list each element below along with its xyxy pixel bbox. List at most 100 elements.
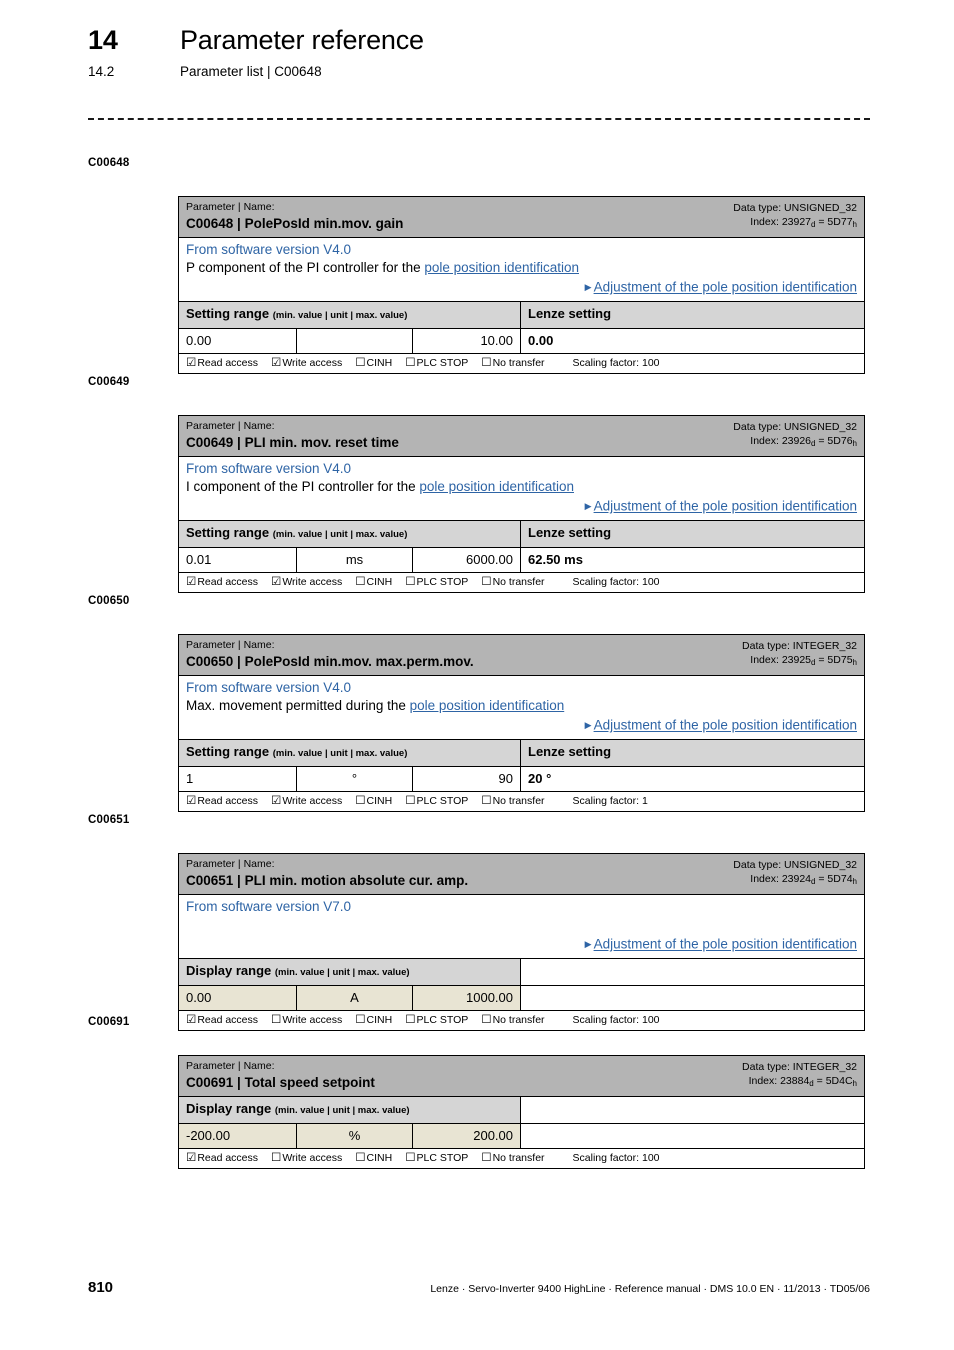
description-text: I component of the PI controller for the	[186, 479, 420, 494]
adjustment-link[interactable]: Adjustment of the pole position identifi…	[594, 280, 857, 295]
lenze-setting-value: 62.50 ms	[528, 551, 583, 567]
access-row: ☑Read access ☐Write access ☐CINH ☐PLC STOP ☐…	[179, 1149, 864, 1168]
read-access-flag-checkbox: ☑	[186, 356, 197, 369]
range-note: (min. value | unit | max. value)	[272, 747, 408, 759]
parameter-title-band: Parameter | Name: C00651 | PLI min. motio…	[179, 854, 864, 895]
read-access-flag: ☑Read access	[186, 1013, 258, 1027]
parameter-description-band: From software version V4.0 P component of…	[179, 238, 864, 302]
software-version-note: From software version V4.0	[186, 680, 352, 695]
write-access-flag-label: Write access	[282, 794, 343, 807]
cinh-flag-checkbox: ☐	[355, 1152, 366, 1164]
index-value: Index: 23925d = 5D75h	[750, 654, 857, 667]
unit-value: ms	[297, 547, 413, 572]
read-access-flag-label: Read access	[197, 1152, 259, 1164]
write-access-flag: ☑Write access	[271, 575, 342, 589]
write-access-flag-checkbox: ☑	[271, 575, 282, 588]
no-transfer-flag-checkbox: ☐	[481, 794, 492, 807]
lenze-setting-header: Lenze setting	[521, 739, 864, 766]
pole-position-identification-link[interactable]: pole position identification	[424, 260, 579, 275]
lenze-setting-header: Lenze setting	[521, 520, 864, 547]
write-access-flag-checkbox: ☑	[271, 356, 282, 369]
footer-credit: Lenze · Servo-Inverter 9400 HighLine · R…	[430, 1283, 870, 1295]
parameter-code-and-name: C00651 | PLI min. motion absolute cur. a…	[186, 873, 469, 888]
triangle-right-icon: ▶	[584, 282, 592, 292]
access-row: ☑Read access ☑Write access ☐CINH ☐PLC STOP ☐…	[179, 792, 864, 811]
plc-stop-flag-checkbox: ☐	[405, 1152, 416, 1164]
software-version-note: From software version V4.0	[186, 242, 352, 257]
plc-stop-flag-label: PLC STOP	[416, 575, 469, 588]
parameter-title-band: Parameter | Name: C00649 | PLI min. mov. …	[179, 416, 864, 457]
triangle-right-icon: ▶	[584, 501, 592, 511]
min-value: 0.01	[179, 547, 297, 572]
parameter-code-and-name: C00650 | PolePosId min.mov. max.perm.mov…	[186, 654, 474, 669]
data-type: Data type: UNSIGNED_32	[733, 421, 857, 433]
scaling-factor: Scaling factor: 1	[572, 794, 648, 807]
parameter-description-band: From software version V4.0 Max. movement …	[179, 676, 864, 740]
breadcrumb: Parameter list | C00648	[180, 64, 322, 79]
no-transfer-flag-checkbox: ☐	[481, 1152, 492, 1164]
read-access-flag: ☑Read access	[186, 356, 258, 370]
read-access-flag: ☑Read access	[186, 575, 258, 589]
range-values-row: 0.01 ms 6000.00 62.50 ms	[179, 547, 864, 573]
see-also-row: ▶ Adjustment of the pole position identif…	[186, 497, 857, 516]
parameter-description-band: From software version V7.0 ▶ Adjustment of…	[179, 895, 864, 959]
software-version-note: From software version V4.0	[186, 461, 352, 476]
parameter-meta: Data type: INTEGER_32 Index: 23884d = 5D4…	[742, 1060, 857, 1088]
plc-stop-flag-label: PLC STOP	[416, 1013, 469, 1026]
access-flags: ☑Read access ☑Write access ☐CINH ☐PLC STOP ☐…	[186, 356, 558, 370]
plc-stop-flag-label: PLC STOP	[416, 1152, 469, 1164]
section-row: 14.2 Parameter list | C00648	[88, 63, 878, 81]
parameter-name-caption: Parameter | Name:	[186, 858, 275, 870]
read-access-flag-label: Read access	[197, 356, 259, 369]
read-access-flag-checkbox: ☑	[186, 575, 197, 588]
cinh-flag-checkbox: ☐	[355, 356, 366, 369]
scaling-factor: Scaling factor: 100	[572, 575, 660, 588]
write-access-flag-label: Write access	[282, 1013, 343, 1026]
parameter-table-c00649: Parameter | Name: C00649 | PLI min. mov. …	[178, 415, 865, 593]
plc-stop-flag-label: PLC STOP	[416, 356, 469, 369]
adjustment-link[interactable]: Adjustment of the pole position identifi…	[594, 937, 857, 952]
range-title-cell: Setting range (min. value | unit | max. …	[179, 739, 521, 766]
lenze-setting-value	[521, 1124, 864, 1148]
write-access-flag-checkbox: ☑	[271, 794, 282, 807]
adjustment-link[interactable]: Adjustment of the pole position identifi…	[594, 718, 857, 733]
parameter-description: Max. movement permitted during the pole …	[186, 697, 857, 715]
access-row: ☑Read access ☑Write access ☐CINH ☐PLC STOP ☐…	[179, 354, 864, 373]
max-value: 90	[413, 766, 521, 791]
parameter-identity: Parameter | Name: C00650 | PolePosId min.…	[186, 639, 474, 670]
parameter-code-and-name: C00691 | Total speed setpoint	[186, 1075, 375, 1090]
adjustment-link[interactable]: Adjustment of the pole position identifi…	[594, 499, 857, 514]
margin-label-c00651: C00651	[88, 814, 130, 826]
range-title: Display range	[186, 962, 272, 978]
lenze-setting-header	[521, 958, 864, 985]
pole-position-identification-link[interactable]: pole position identification	[410, 698, 565, 713]
parameter-identity: Parameter | Name: C00651 | PLI min. motio…	[186, 858, 468, 889]
read-access-flag: ☑Read access	[186, 1151, 258, 1165]
parameter-description: I component of the PI controller for the…	[186, 478, 857, 496]
max-value: 1000.00	[413, 985, 521, 1010]
software-version-note: From software version V7.0	[186, 899, 352, 914]
no-transfer-flag-label: No transfer	[492, 1013, 545, 1026]
range-note: (min. value | unit | max. value)	[272, 528, 408, 540]
range-note: (min. value | unit | max. value)	[274, 966, 410, 978]
parameter-code-and-name: C00648 | PolePosId min.mov. gain	[186, 216, 404, 231]
access-row: ☑Read access ☑Write access ☐CINH ☐PLC STOP ☐…	[179, 573, 864, 592]
pole-position-identification-link[interactable]: pole position identification	[419, 479, 574, 494]
no-transfer-flag: ☐No transfer	[481, 794, 544, 808]
index-value: Index: 23884d = 5D4Ch	[748, 1075, 857, 1088]
no-transfer-flag: ☐No transfer	[481, 1013, 544, 1027]
range-title-cell: Setting range (min. value | unit | max. …	[179, 520, 521, 547]
plc-stop-flag-checkbox: ☐	[405, 1013, 416, 1026]
description-text: P component of the PI controller for the	[186, 260, 425, 275]
margin-label-c00691: C00691	[88, 1016, 130, 1028]
no-transfer-flag-checkbox: ☐	[481, 575, 492, 588]
cinh-flag-label: CINH	[366, 1013, 393, 1026]
parameter-table-c00650: Parameter | Name: C00650 | PolePosId min.…	[178, 634, 865, 812]
chapter-number: 14	[88, 25, 118, 55]
write-access-flag-label: Write access	[282, 356, 343, 369]
range-values-row: 0.00 A 1000.00	[179, 985, 864, 1011]
cinh-flag-label: CINH	[366, 575, 393, 588]
access-flags: ☑Read access ☑Write access ☐CINH ☐PLC STOP ☐…	[186, 575, 558, 589]
scaling-factor: Scaling factor: 100	[572, 356, 660, 369]
range-header-row: Setting range (min. value | unit | max. …	[179, 739, 864, 767]
